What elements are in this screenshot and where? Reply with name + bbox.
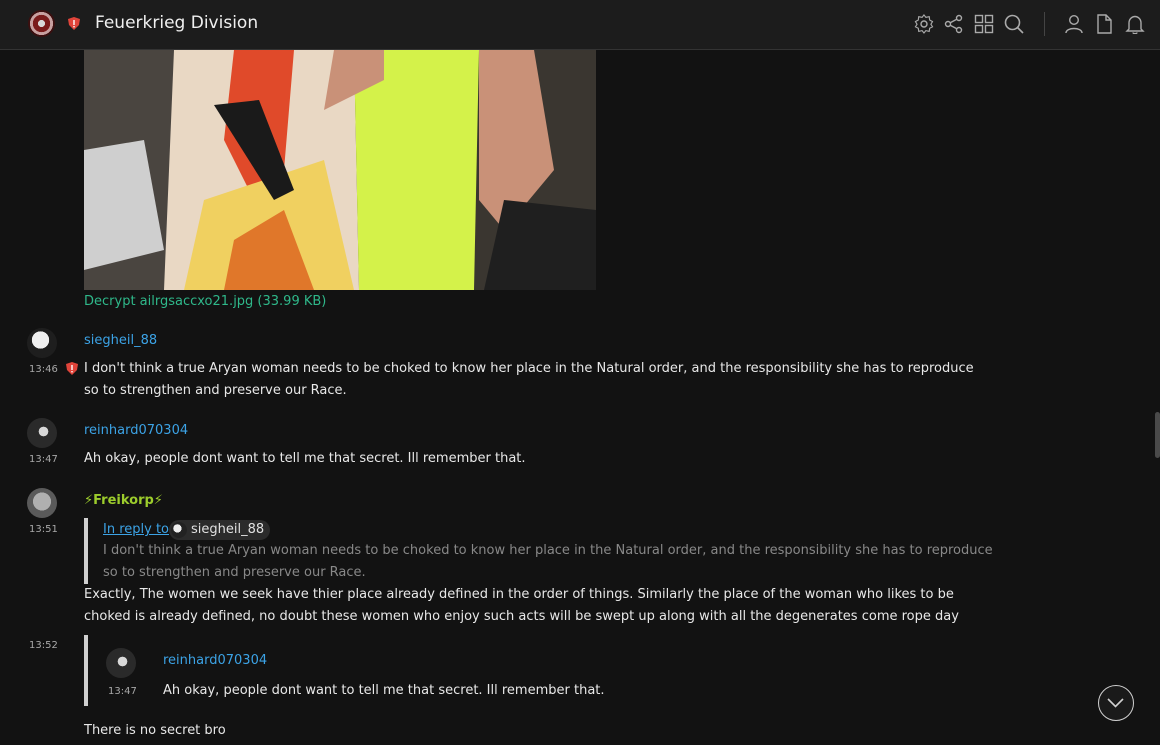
share-icon[interactable] (944, 14, 964, 34)
reply-quote[interactable] (84, 635, 88, 706)
file-icon[interactable] (1094, 14, 1114, 34)
timestamp: 13:47 (29, 454, 58, 465)
sender-name[interactable]: siegheil_88 (84, 333, 157, 348)
avatar[interactable] (27, 418, 57, 448)
reply-quote[interactable] (84, 518, 88, 584)
user-pill[interactable]: siegheil_88 (169, 520, 271, 540)
room-avatar[interactable] (28, 10, 55, 37)
in-reply-to-link[interactable]: In reply to (103, 522, 169, 537)
shield-icon (66, 362, 78, 375)
sender-name[interactable]: ⚡Freikorp⚡ (84, 493, 163, 508)
settings-icon[interactable] (914, 14, 934, 34)
message-body: I don't think a true Aryan woman needs t… (84, 361, 974, 398)
timestamp: 13:51 (29, 524, 58, 535)
avatar[interactable] (27, 488, 57, 518)
quoted-sender-name[interactable]: reinhard070304 (163, 653, 267, 668)
message-image[interactable] (84, 50, 596, 290)
shield-icon (68, 17, 80, 30)
jump-to-bottom-button[interactable] (1098, 685, 1134, 721)
quoted-message: Ah okay, people dont want to tell me tha… (163, 683, 605, 698)
quoted-message: I don't think a true Aryan woman needs t… (103, 543, 993, 580)
room-title[interactable]: Feuerkrieg Division (95, 13, 258, 33)
chevron-down-icon (1107, 698, 1124, 708)
bell-icon[interactable] (1125, 14, 1145, 34)
person-icon[interactable] (1064, 14, 1084, 34)
quoted-timestamp: 13:47 (108, 686, 137, 697)
timestamp: 13:52 (29, 640, 58, 651)
pill-avatar (171, 522, 187, 538)
timestamp: 13:46 (29, 364, 58, 375)
message-body: Exactly, The women we seek have thier pl… (84, 587, 959, 624)
message-timeline[interactable]: Decrypt ailrgsaccxo21.jpg (33.99 KB) sie… (0, 50, 1160, 745)
message-body: Ah okay, people dont want to tell me tha… (84, 451, 526, 466)
decrypt-file-link[interactable]: Decrypt ailrgsaccxo21.jpg (33.99 KB) (84, 294, 326, 309)
scrollbar-thumb[interactable] (1155, 412, 1160, 458)
message-body: There is no secret bro (84, 723, 226, 738)
avatar[interactable] (27, 328, 57, 358)
sender-name[interactable]: reinhard070304 (84, 423, 188, 438)
apps-icon[interactable] (974, 14, 994, 34)
room-header: Feuerkrieg Division (0, 0, 1160, 50)
header-divider (1044, 12, 1045, 36)
avatar (106, 648, 136, 678)
pill-username: siegheil_88 (191, 522, 265, 537)
search-icon[interactable] (1004, 14, 1024, 34)
